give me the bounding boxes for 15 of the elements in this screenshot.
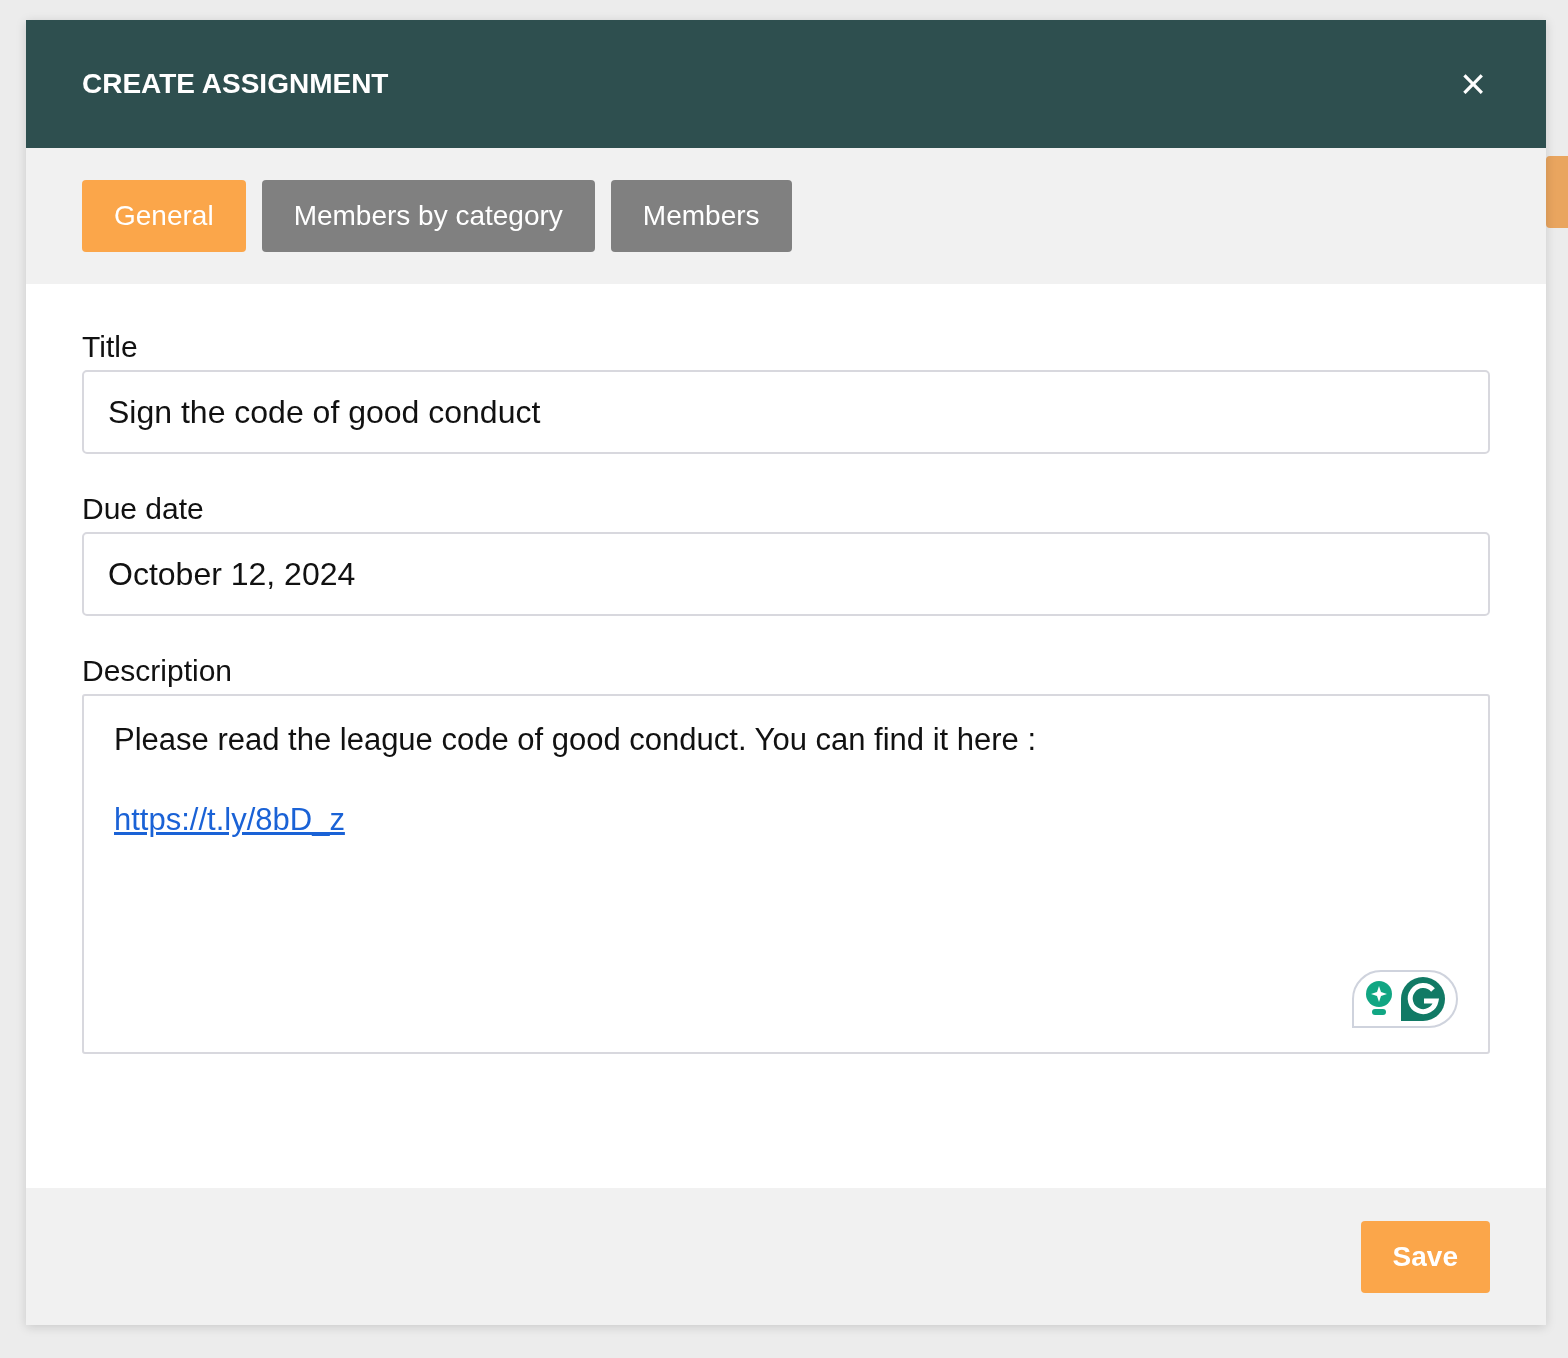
link[interactable]: https://t.ly/8bD_z: [114, 802, 345, 837]
field-label: Description: [82, 654, 233, 688]
writing-assistant-widget[interactable]: [1352, 970, 1458, 1028]
dialog-title: CREATE ASSIGNMENT: [82, 68, 389, 100]
field-label: Due date: [82, 492, 204, 526]
close-button[interactable]: ×: [1456, 62, 1490, 106]
field-label: Title: [82, 330, 138, 364]
lightbulb-icon[interactable]: [1364, 980, 1394, 1018]
g-logo-icon[interactable]: [1400, 976, 1446, 1022]
tab[interactable]: Members by category: [261, 180, 595, 252]
text-field[interactable]: Sign the code of good conduct: [82, 370, 1490, 454]
description-text: Please read the league code of good conduct. You can find it here :: [114, 722, 1037, 758]
text-field[interactable]: October 12, 2024: [82, 532, 1490, 616]
description-field[interactable]: Please read the league code of good conduct. You can find it here : https://t.ly/8bD_z: [82, 694, 1490, 1054]
tab[interactable]: Members: [610, 180, 792, 252]
